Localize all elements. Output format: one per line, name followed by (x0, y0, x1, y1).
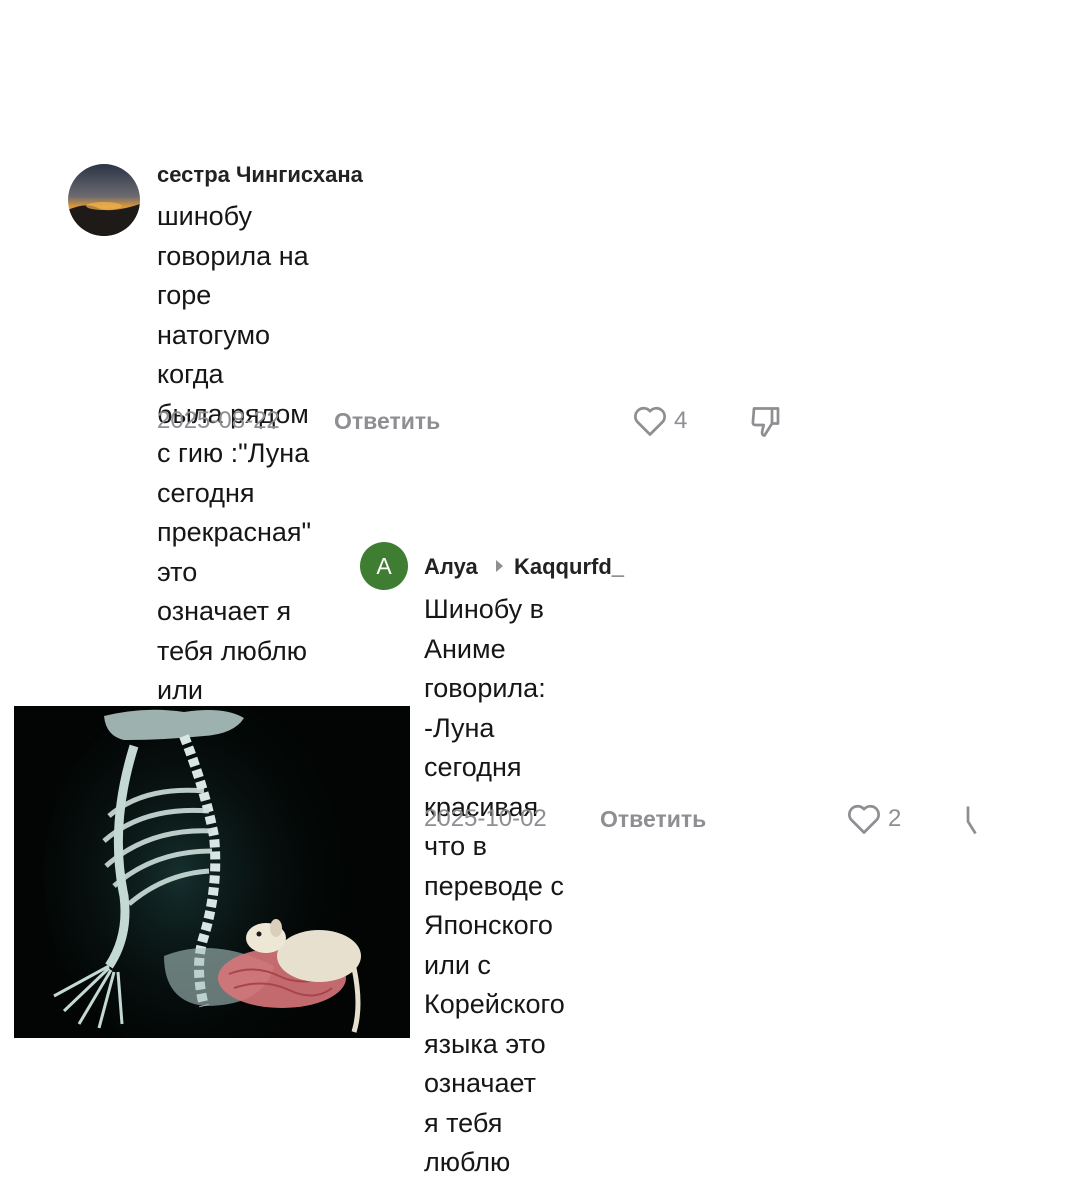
xray-skeleton-with-dog-icon (14, 706, 410, 1038)
heart-icon[interactable] (632, 404, 668, 438)
dislike-icon[interactable] (962, 802, 980, 838)
username[interactable]: сестра Чингисхана (157, 162, 363, 188)
xray-photo (14, 706, 410, 1038)
reply-arrow-icon (496, 560, 503, 572)
username[interactable]: Алуа (424, 554, 478, 580)
user-avatar[interactable] (68, 164, 140, 236)
like-count: 2 (888, 805, 902, 832)
comment-date: 2025-08-22 (157, 407, 280, 434)
comment-date: 2025-10-02 (424, 805, 547, 832)
user-avatar[interactable]: A (360, 542, 408, 590)
heart-icon[interactable] (846, 802, 882, 836)
like-count: 4 (674, 407, 688, 434)
comment-text: Шинобу в Аниме говорила: -Луна сегодня к… (424, 594, 565, 1177)
sunset-avatar-icon (68, 164, 140, 236)
reply-button[interactable]: Ответить (334, 408, 440, 435)
reply-button[interactable]: Ответить (600, 806, 706, 833)
dislike-icon[interactable] (748, 404, 784, 440)
reply-to-username[interactable]: Kaqqurfd_ (514, 554, 624, 580)
